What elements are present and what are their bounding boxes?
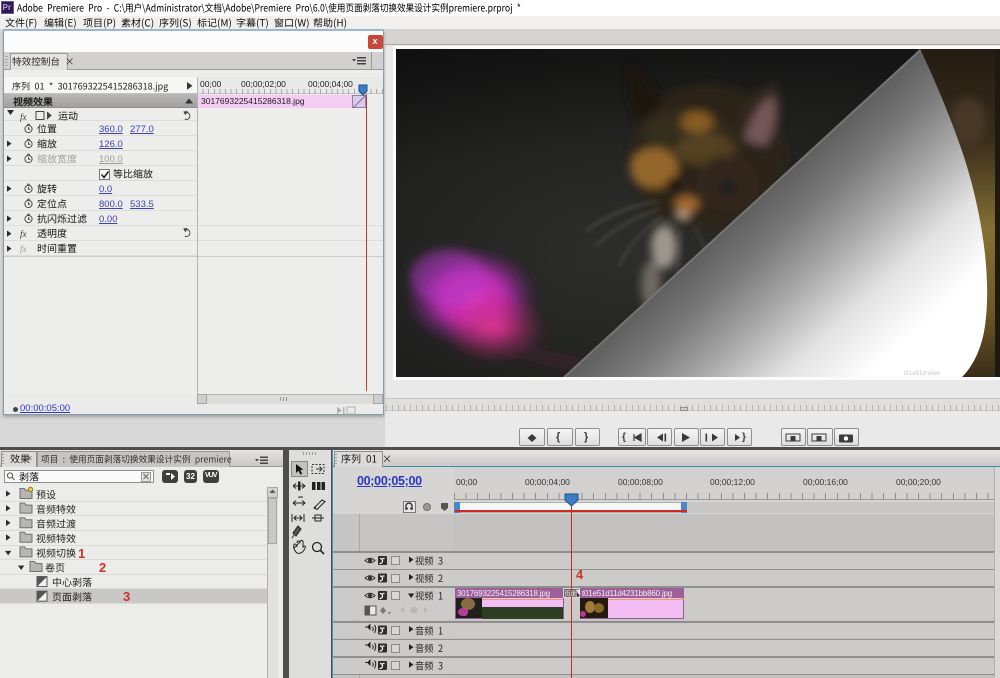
- svg-text:t01e51d www: t01e51d www: [904, 371, 941, 377]
